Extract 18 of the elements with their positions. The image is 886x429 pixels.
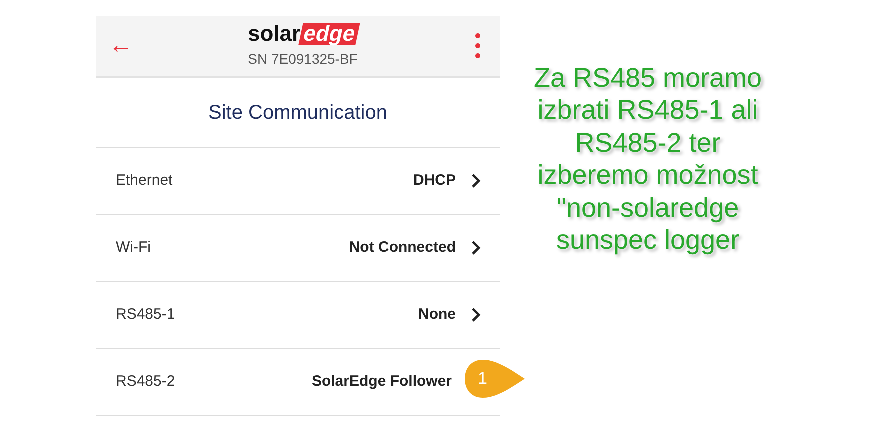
callout-number: 1 xyxy=(478,368,488,390)
page-title: Site Communication xyxy=(208,100,388,126)
row-value: None xyxy=(418,304,456,325)
row-label: Wi-Fi xyxy=(116,238,151,258)
row-value: SolarEdge Follower xyxy=(312,372,452,392)
settings-row[interactable]: Wi-Fi Not Connected xyxy=(96,215,500,282)
back-button[interactable]: ← xyxy=(106,34,136,58)
serial-number: SN 7E091325-BF xyxy=(248,50,358,68)
settings-row[interactable]: RS485-1 None xyxy=(96,282,500,349)
row-value: Not Connected xyxy=(349,238,456,258)
row-value: DHCP xyxy=(413,170,456,191)
logo: solaredge xyxy=(248,22,358,44)
annotation-text: Za RS485 moramo izbrati RS485-1 ali RS485-2 ter izberemo možnost "non-solaredge sunspec logger xyxy=(532,62,764,256)
row-label: RS485-1 xyxy=(116,304,176,325)
callout-tooltip xyxy=(463,358,527,400)
row-label: Ethernet xyxy=(116,170,173,191)
row-label: RS485-2 xyxy=(116,372,176,392)
settings-row[interactable]: Ethernet DHCP xyxy=(96,148,500,215)
